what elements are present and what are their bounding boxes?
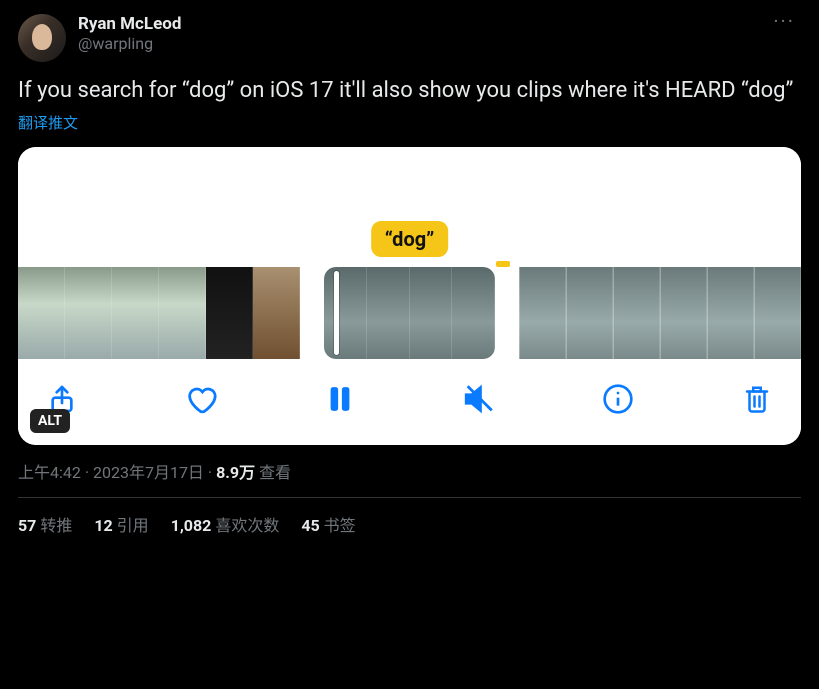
timeline-thumb — [452, 267, 495, 359]
avatar[interactable] — [18, 14, 66, 62]
tweet-container: Ryan McLeod @warpling ··· If you search … — [0, 0, 819, 550]
timeline-thumb — [754, 267, 801, 359]
timeline-thumb — [206, 267, 253, 359]
alt-badge[interactable]: ALT — [30, 409, 70, 433]
caption-label: “dog” — [371, 221, 449, 257]
timeline-thumb — [566, 267, 613, 359]
pause-icon[interactable] — [322, 381, 358, 417]
stat-retweets[interactable]: 57 转推 — [18, 512, 72, 536]
timeline-thumb — [253, 267, 300, 359]
timeline-thumb — [159, 267, 206, 359]
tweet-meta: 上午4:42 · 2023年7月17日 · 8.9万 查看 — [18, 459, 801, 483]
video-timeline[interactable] — [18, 267, 801, 359]
timeline-thumb — [613, 267, 660, 359]
timeline-thumb — [707, 267, 754, 359]
clip-group-right — [519, 267, 801, 359]
views-count: 8.9万 — [216, 463, 255, 482]
timeline-thumb — [367, 267, 410, 359]
tweet-header: Ryan McLeod @warpling ··· — [18, 14, 801, 62]
playhead[interactable] — [334, 271, 339, 355]
stat-quotes[interactable]: 12 引用 — [94, 512, 148, 536]
author-handle: @warpling — [78, 34, 755, 53]
media-toolbar — [18, 359, 801, 445]
caption-marker — [496, 261, 510, 267]
trash-icon[interactable] — [739, 381, 775, 417]
timeline-thumb — [519, 267, 566, 359]
heart-icon[interactable] — [183, 381, 219, 417]
timeline-thumb — [18, 267, 65, 359]
translate-link[interactable]: 翻译推文 — [18, 112, 78, 133]
tweet-date[interactable]: 2023年7月17日 — [93, 463, 204, 482]
mute-icon[interactable] — [461, 381, 497, 417]
timeline-thumb — [65, 267, 112, 359]
author-block[interactable]: Ryan McLeod @warpling — [78, 14, 755, 53]
info-icon[interactable] — [600, 381, 636, 417]
timeline-thumb — [660, 267, 707, 359]
tweet-time[interactable]: 上午4:42 — [18, 463, 81, 482]
stat-likes[interactable]: 1,082 喜欢次数 — [171, 512, 280, 536]
author-display-name: Ryan McLeod — [78, 14, 755, 34]
stat-bookmarks[interactable]: 45 书签 — [301, 512, 355, 536]
media-preview-area: “dog” — [18, 147, 801, 267]
tweet-text: If you search for “dog” on iOS 17 it'll … — [18, 76, 801, 106]
timeline-thumb — [324, 267, 367, 359]
timeline-thumb — [410, 267, 453, 359]
views-label: 查看 — [259, 463, 291, 482]
timeline-thumb — [112, 267, 159, 359]
clip-group-left — [18, 267, 300, 359]
tweet-stats: 57 转推 12 引用 1,082 喜欢次数 45 书签 — [18, 512, 801, 536]
divider — [18, 497, 801, 498]
media-attachment[interactable]: “dog” — [18, 147, 801, 445]
clip-group-current — [324, 267, 495, 359]
more-button[interactable]: ··· — [767, 14, 801, 28]
